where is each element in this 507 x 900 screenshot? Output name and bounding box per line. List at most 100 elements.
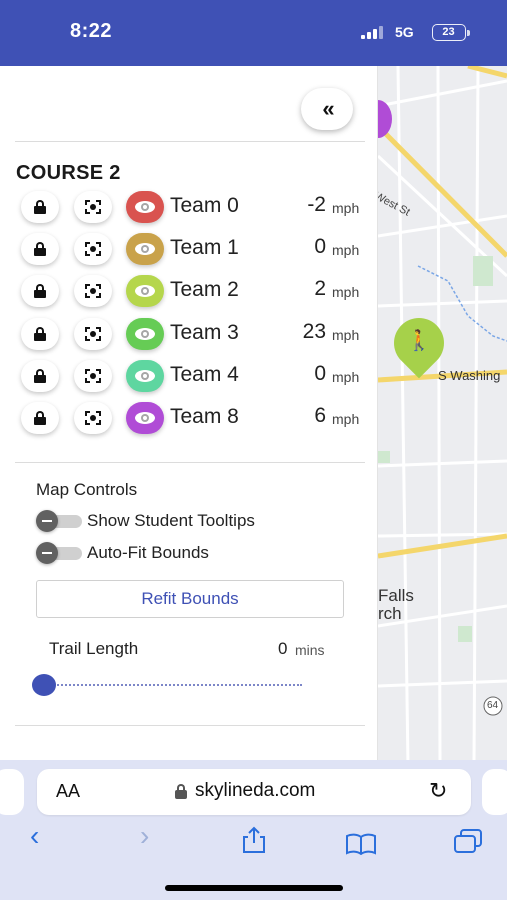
- lock-icon: [33, 369, 47, 383]
- eye-icon: [135, 285, 155, 297]
- walking-person-icon: 🚶: [406, 330, 432, 352]
- focus-team-button[interactable]: [74, 360, 112, 392]
- center-focus-icon: [85, 242, 101, 256]
- trail-length-slider[interactable]: [32, 672, 304, 698]
- team-row: Team 3 23 mph: [0, 315, 378, 355]
- autofit-toggle-row[interactable]: Auto-Fit Bounds: [36, 542, 356, 566]
- center-focus-icon: [85, 369, 101, 383]
- center-focus-icon: [85, 284, 101, 298]
- speed-unit: mph: [332, 411, 360, 427]
- toggle-label: Show Student Tooltips: [87, 511, 255, 530]
- team-speed: -2: [307, 193, 326, 216]
- refit-bounds-button[interactable]: Refit Bounds: [36, 580, 344, 618]
- trail-length-unit: mins: [295, 642, 325, 658]
- focus-team-button[interactable]: [74, 191, 112, 223]
- toggle-visibility-button[interactable]: [126, 318, 164, 350]
- team-speed: 0: [314, 235, 326, 258]
- lock-team-button[interactable]: [21, 233, 59, 265]
- tabs-icon[interactable]: [453, 828, 483, 861]
- double-chevron-left-icon: «: [322, 96, 334, 121]
- toggle-visibility-button[interactable]: [126, 275, 164, 307]
- next-tab-peek[interactable]: [482, 769, 507, 815]
- collapse-panel-button[interactable]: «: [301, 88, 353, 130]
- address-bar[interactable]: AA skylineda.com ↻: [37, 769, 471, 815]
- lock-icon: [33, 284, 47, 298]
- team-row: Team 4 0 mph: [0, 357, 378, 397]
- map-streets: [378, 66, 507, 766]
- team-row: Team 1 0 mph: [0, 230, 378, 270]
- eye-icon: [135, 328, 155, 340]
- lock-team-button[interactable]: [21, 402, 59, 434]
- map-view[interactable]: West St 🚶 S Washing Falls rch 64: [378, 66, 507, 766]
- focus-team-button[interactable]: [74, 275, 112, 307]
- map-controls-title: Map Controls: [36, 480, 138, 499]
- center-focus-icon: [85, 200, 101, 214]
- lock-icon: [33, 200, 47, 214]
- bookmarks-icon[interactable]: [345, 830, 377, 862]
- team-name: Team 8: [170, 405, 239, 428]
- toggle-visibility-button[interactable]: [126, 360, 164, 392]
- network-label: 5G: [395, 24, 414, 40]
- route-shield: 64: [487, 700, 499, 711]
- lock-icon: [33, 242, 47, 256]
- tooltips-toggle-row[interactable]: Show Student Tooltips: [36, 510, 356, 534]
- divider: [15, 141, 365, 142]
- lock-team-button[interactable]: [21, 275, 59, 307]
- speed-unit: mph: [332, 200, 360, 216]
- browser-toolbar: AA skylineda.com ↻ ‹ ›: [0, 760, 507, 900]
- back-icon[interactable]: ‹: [30, 820, 39, 852]
- previous-tab-peek[interactable]: [0, 769, 24, 815]
- speed-unit: mph: [332, 284, 360, 300]
- show-tooltips-toggle[interactable]: [36, 510, 82, 532]
- focus-team-button[interactable]: [74, 318, 112, 350]
- trail-length-label: Trail Length: [49, 639, 139, 658]
- team-name: Team 4: [170, 363, 239, 386]
- lock-team-button[interactable]: [21, 360, 59, 392]
- lock-team-button[interactable]: [21, 318, 59, 350]
- team-row: Team 2 2 mph: [0, 272, 378, 312]
- url-text[interactable]: skylineda.com: [195, 780, 315, 802]
- toggle-visibility-button[interactable]: [126, 233, 164, 265]
- lock-icon: [33, 411, 47, 425]
- team-speed: 6: [314, 404, 326, 427]
- eye-icon: [135, 243, 155, 255]
- focus-team-button[interactable]: [74, 233, 112, 265]
- speed-unit: mph: [332, 242, 360, 258]
- divider: [15, 462, 365, 463]
- lock-team-button[interactable]: [21, 191, 59, 223]
- map-label-street: S Washing: [438, 368, 501, 383]
- team-speed: 2: [314, 277, 326, 300]
- eye-icon: [135, 412, 155, 424]
- text-size-button[interactable]: AA: [56, 781, 80, 802]
- eye-icon: [135, 201, 155, 213]
- team-name: Team 0: [170, 194, 239, 217]
- share-icon[interactable]: [241, 826, 267, 861]
- focus-team-button[interactable]: [74, 402, 112, 434]
- course-title: COURSE 2: [16, 162, 121, 184]
- student-map-marker[interactable]: 🚶: [383, 307, 455, 380]
- center-focus-icon: [85, 411, 101, 425]
- battery-level: 23: [442, 26, 455, 38]
- toggle-visibility-button[interactable]: [126, 191, 164, 223]
- team-speed: 23: [302, 320, 326, 343]
- toggle-visibility-button[interactable]: [126, 402, 164, 434]
- map-label-place: rch: [378, 604, 402, 623]
- forward-icon[interactable]: ›: [140, 820, 149, 852]
- battery-icon: 23: [432, 24, 470, 41]
- reload-icon[interactable]: ↻: [429, 778, 447, 804]
- auto-fit-toggle[interactable]: [36, 542, 82, 564]
- lock-icon: [175, 784, 187, 799]
- team-name: Team 1: [170, 236, 239, 259]
- speed-unit: mph: [332, 327, 360, 343]
- status-time: 8:22: [70, 20, 113, 42]
- speed-unit: mph: [332, 369, 360, 385]
- team-name: Team 2: [170, 278, 239, 301]
- signal-icon: [361, 26, 387, 39]
- center-focus-icon: [85, 327, 101, 341]
- eye-icon: [135, 370, 155, 382]
- slider-thumb[interactable]: [32, 674, 56, 696]
- team-speed: 0: [314, 362, 326, 385]
- status-bar: 8:22 5G 23: [0, 0, 507, 66]
- home-indicator: [165, 885, 343, 891]
- divider: [15, 725, 365, 726]
